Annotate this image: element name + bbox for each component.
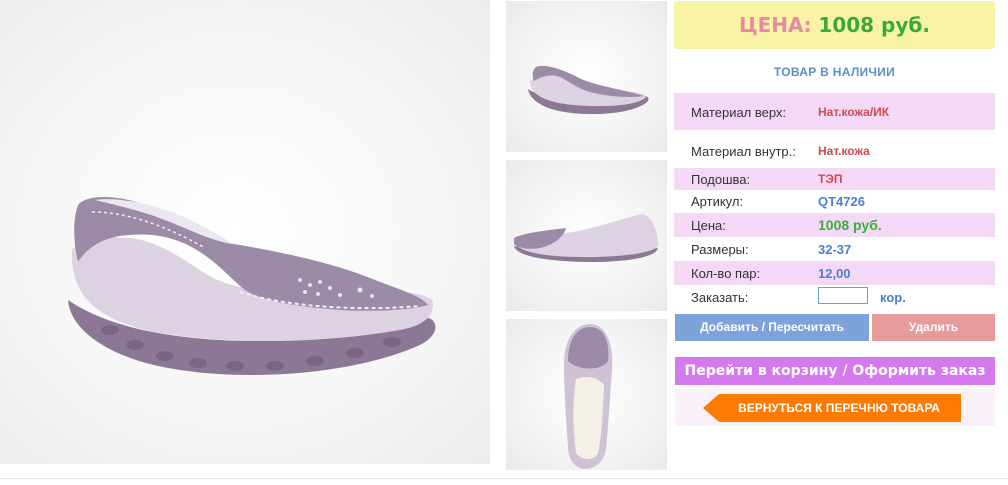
detail-label: Материал верх:	[691, 105, 787, 120]
quantity-unit: кор.	[880, 290, 906, 305]
detail-label: Подошва:	[691, 172, 751, 187]
back-to-list-button[interactable]: ВЕРНУТЬСЯ К ПЕРЕЧНЮ ТОВАРА	[703, 394, 961, 422]
detail-value: ТЭП	[818, 172, 843, 186]
loafer-shoe-image	[68, 196, 436, 376]
detail-value: QT4726	[818, 194, 865, 209]
detail-row-sole: Подошва: ТЭП	[674, 168, 995, 190]
thumbnail-3[interactable]	[506, 319, 667, 470]
main-product-image[interactable]	[0, 0, 490, 464]
detail-value: 32-37	[818, 242, 852, 257]
detail-label: Размеры:	[691, 242, 749, 257]
detail-value: Нат.кожа	[818, 144, 870, 158]
loafer-thumbnail-image	[514, 214, 658, 262]
bottom-divider	[0, 478, 1008, 479]
back-to-list-label: ВЕРНУТЬСЯ К ПЕРЕЧНЮ ТОВАРА	[738, 401, 940, 415]
detail-label: Артикул:	[691, 194, 744, 209]
thumbnail-2[interactable]	[506, 160, 667, 311]
price-label: ЦЕНА:	[739, 13, 812, 37]
loafer-thumbnail-image	[528, 65, 649, 115]
back-button-area: ВЕРНУТЬСЯ К ПЕРЕЧНЮ ТОВАРА	[675, 389, 995, 426]
detail-row-price: Цена: 1008 руб.	[674, 213, 995, 237]
delete-button[interactable]: Удалить	[872, 314, 995, 341]
detail-label: Кол-во пар:	[691, 266, 761, 281]
price-box: ЦЕНА: 1008 руб.	[674, 1, 995, 49]
detail-label: Материал внутр.:	[691, 144, 796, 159]
quantity-input[interactable]	[818, 287, 868, 304]
detail-row-material-inner: Материал внутр.: Нат.кожа	[674, 130, 995, 168]
detail-row-article: Артикул: QT4726	[674, 190, 995, 213]
detail-label: Цена:	[691, 218, 726, 233]
add-recalculate-button[interactable]: Добавить / Пересчитать	[675, 314, 869, 341]
detail-row-pairs: Кол-во пар: 12,00	[674, 261, 995, 285]
detail-value: 12,00	[818, 266, 851, 281]
detail-row-material-top: Материал верх: Нат.кожа/ИК	[674, 93, 995, 130]
go-to-cart-button[interactable]: Перейти в корзину / Оформить заказ	[675, 357, 995, 385]
loafer-top-view-image	[564, 324, 613, 469]
order-row: Заказать: кор.	[674, 287, 995, 309]
product-info-panel: ЦЕНА: 1008 руб. ТОВАР В НАЛИЧИИ Материал…	[674, 0, 1008, 485]
order-label: Заказать:	[691, 290, 749, 305]
detail-value: Нат.кожа/ИК	[818, 105, 890, 119]
stock-status: ТОВАР В НАЛИЧИИ	[773, 65, 896, 79]
detail-row-sizes: Размеры: 32-37	[674, 237, 995, 261]
price-value: 1008 руб.	[818, 13, 930, 37]
detail-value: 1008 руб.	[818, 217, 882, 233]
thumbnail-1[interactable]	[506, 1, 667, 152]
